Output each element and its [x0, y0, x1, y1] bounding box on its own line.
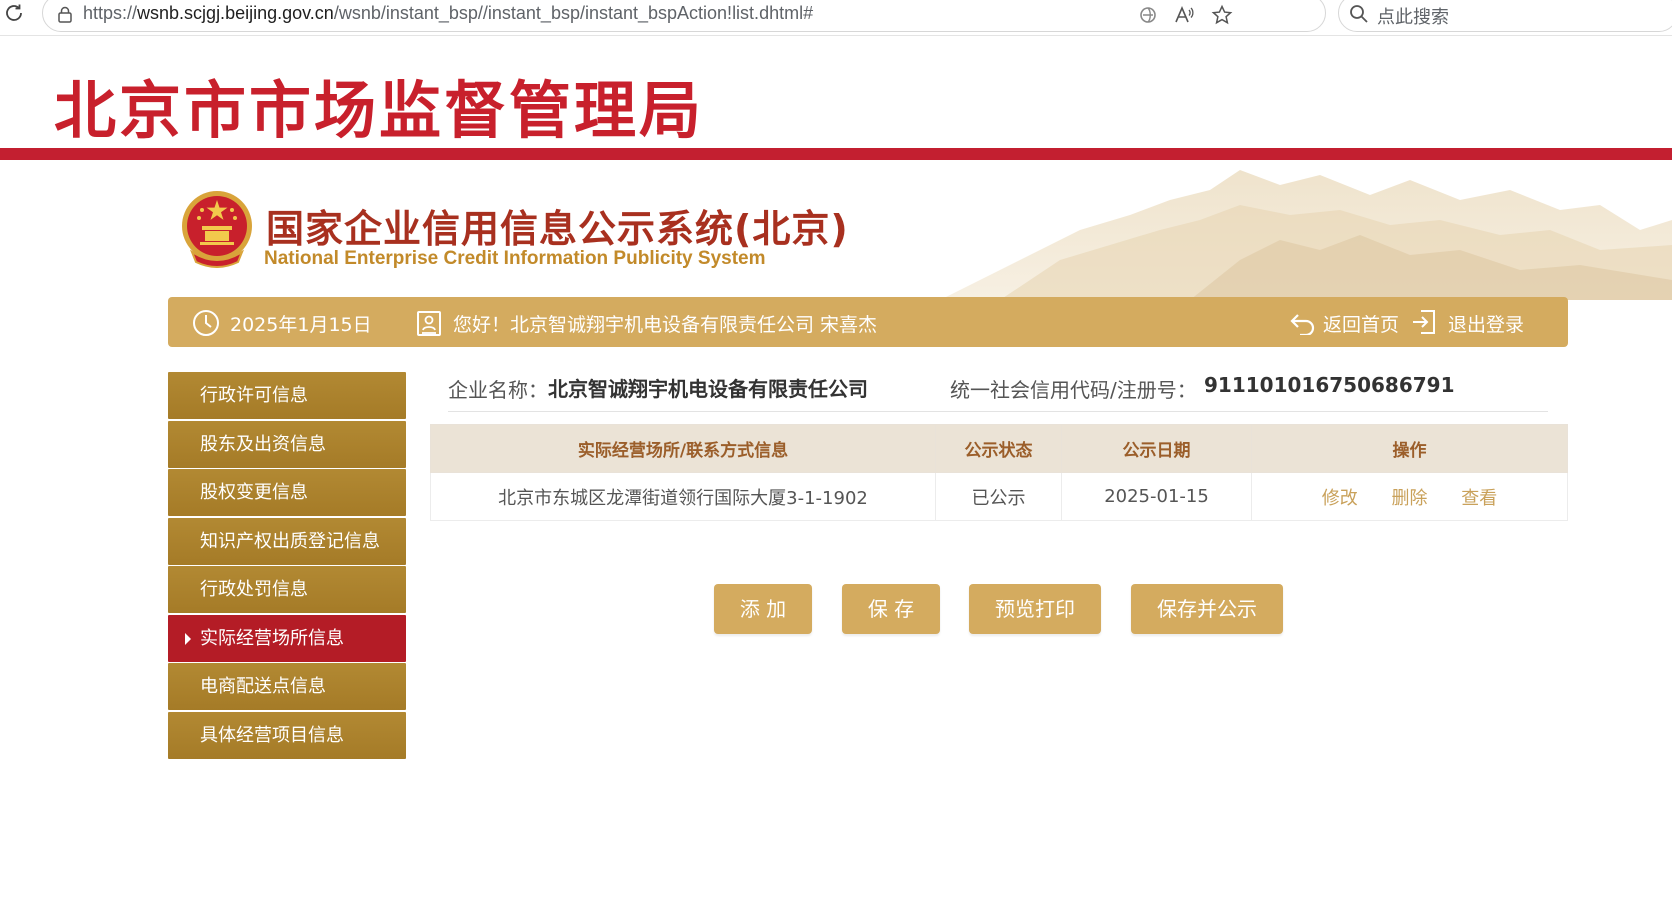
sidebar-item-ecommerce-delivery[interactable]: 电商配送点信息	[168, 663, 406, 710]
translate-icon[interactable]	[1137, 4, 1159, 26]
sidebar-item-ip-pledge[interactable]: 知识产权出质登记信息	[168, 517, 406, 565]
sidebar-item-shareholders[interactable]: 股东及出资信息	[168, 420, 406, 468]
sidebar-item-admin-license[interactable]: 行政许可信息	[168, 372, 406, 419]
table-header-row: 实际经营场所/联系方式信息 公示状态 公示日期 操作	[430, 424, 1568, 473]
address-bar[interactable]: https://wsnb.scjgj.beijing.gov.cn/wsnb/i…	[42, 0, 1326, 32]
table-row: 北京市东城区龙潭街道领行国际大厦3-1-1902 已公示 2025-01-15 …	[430, 472, 1568, 521]
favorite-star-icon[interactable]	[1211, 4, 1233, 26]
logout-icon[interactable]	[1411, 308, 1437, 336]
search-box[interactable]: 点此搜索	[1338, 0, 1672, 32]
active-arrow-icon	[185, 632, 191, 645]
return-home-icon[interactable]	[1290, 311, 1316, 335]
credit-code: 911101016750686791	[1204, 373, 1455, 397]
view-link[interactable]: 查看	[1461, 488, 1497, 509]
read-aloud-icon[interactable]	[1173, 4, 1195, 26]
company-name-label: 企业名称：	[448, 378, 548, 402]
preview-print-button[interactable]: 预览打印	[969, 584, 1101, 634]
sidebar-item-admin-penalty[interactable]: 行政处罚信息	[168, 566, 406, 613]
url-path: /wsnb/instant_bsp//instant_bsp/instant_b…	[333, 3, 814, 23]
system-title-en: National Enterprise Credit Information P…	[264, 248, 766, 269]
sidebar-item-label: 股权变更信息	[200, 482, 308, 503]
premises-table: 实际经营场所/联系方式信息 公示状态 公示日期 操作 北京市东城区龙潭街道领行国…	[430, 424, 1568, 521]
cell-date: 2025-01-15	[1061, 472, 1252, 521]
sidebar-item-label: 电商配送点信息	[200, 676, 326, 697]
search-placeholder: 点此搜索	[1377, 7, 1449, 28]
cell-status: 已公示	[935, 472, 1062, 521]
credit-code-label: 统一社会信用代码/注册号：	[950, 378, 1197, 402]
reload-icon[interactable]	[2, 2, 26, 26]
col-header-address: 实际经营场所/联系方式信息	[430, 424, 936, 473]
lock-icon[interactable]	[55, 5, 75, 25]
info-bar: 2025年1月15日 您好！北京智诚翔宇机电设备有限责任公司 宋喜杰 返回首页 …	[168, 297, 1568, 347]
company-name: 北京智诚翔宇机电设备有限责任公司	[548, 377, 868, 401]
logout-link[interactable]: 退出登录	[1448, 310, 1524, 337]
edit-link[interactable]: 修改	[1322, 488, 1358, 509]
sidebar-item-business-premises[interactable]: 实际经营场所信息	[168, 614, 406, 662]
sidebar-item-label: 知识产权出质登记信息	[200, 530, 380, 552]
system-title-cn: 国家企业信用信息公示系统(北京)	[266, 207, 849, 251]
bureau-title: 北京市市场监督管理局	[54, 74, 705, 147]
sidebar-item-label: 具体经营项目信息	[200, 724, 344, 746]
sidebar-nav: 行政许可信息 股东及出资信息 股权变更信息 知识产权出质登记信息 行政处罚信息 …	[168, 372, 406, 760]
cell-actions: 修改 删除 查看	[1251, 472, 1568, 521]
sidebar-item-label: 行政许可信息	[200, 385, 308, 406]
clock-icon	[193, 310, 219, 336]
col-header-status: 公示状态	[935, 424, 1062, 473]
save-button[interactable]: 保 存	[842, 584, 940, 634]
cell-address: 北京市东城区龙潭街道领行国际大厦3-1-1902	[430, 472, 936, 521]
sidebar-item-label: 实际经营场所信息	[200, 627, 344, 649]
save-publish-button[interactable]: 保存并公示	[1131, 584, 1283, 634]
mountain-decoration	[940, 170, 1672, 300]
red-divider	[0, 148, 1672, 160]
url-text[interactable]: https://wsnb.scjgj.beijing.gov.cn/wsnb/i…	[83, 3, 813, 24]
delete-link[interactable]: 删除	[1392, 488, 1428, 509]
url-host: wsnb.scjgj.beijing.gov.cn	[137, 3, 334, 23]
browser-toolbar: https://wsnb.scjgj.beijing.gov.cn/wsnb/i…	[0, 0, 1672, 36]
user-badge-icon	[417, 311, 441, 336]
company-info: 企业名称： 北京智诚翔宇机电设备有限责任公司 统一社会信用代码/注册号： 911…	[448, 372, 1548, 412]
col-header-actions: 操作	[1251, 424, 1568, 473]
add-button[interactable]: 添 加	[714, 584, 812, 634]
national-emblem-icon	[182, 191, 252, 268]
col-header-date: 公示日期	[1061, 424, 1252, 473]
greeting-text: 您好！北京智诚翔宇机电设备有限责任公司 宋喜杰	[453, 314, 878, 336]
return-home-link[interactable]: 返回首页	[1323, 310, 1399, 337]
url-prefix: https://	[83, 3, 138, 23]
sidebar-item-label: 股东及出资信息	[200, 433, 326, 455]
sidebar-item-equity-change[interactable]: 股权变更信息	[168, 469, 406, 516]
search-icon	[1350, 5, 1368, 23]
current-date: 2025年1月15日	[230, 314, 372, 336]
sidebar-item-business-items[interactable]: 具体经营项目信息	[168, 711, 406, 759]
sidebar-item-label: 行政处罚信息	[200, 579, 308, 600]
